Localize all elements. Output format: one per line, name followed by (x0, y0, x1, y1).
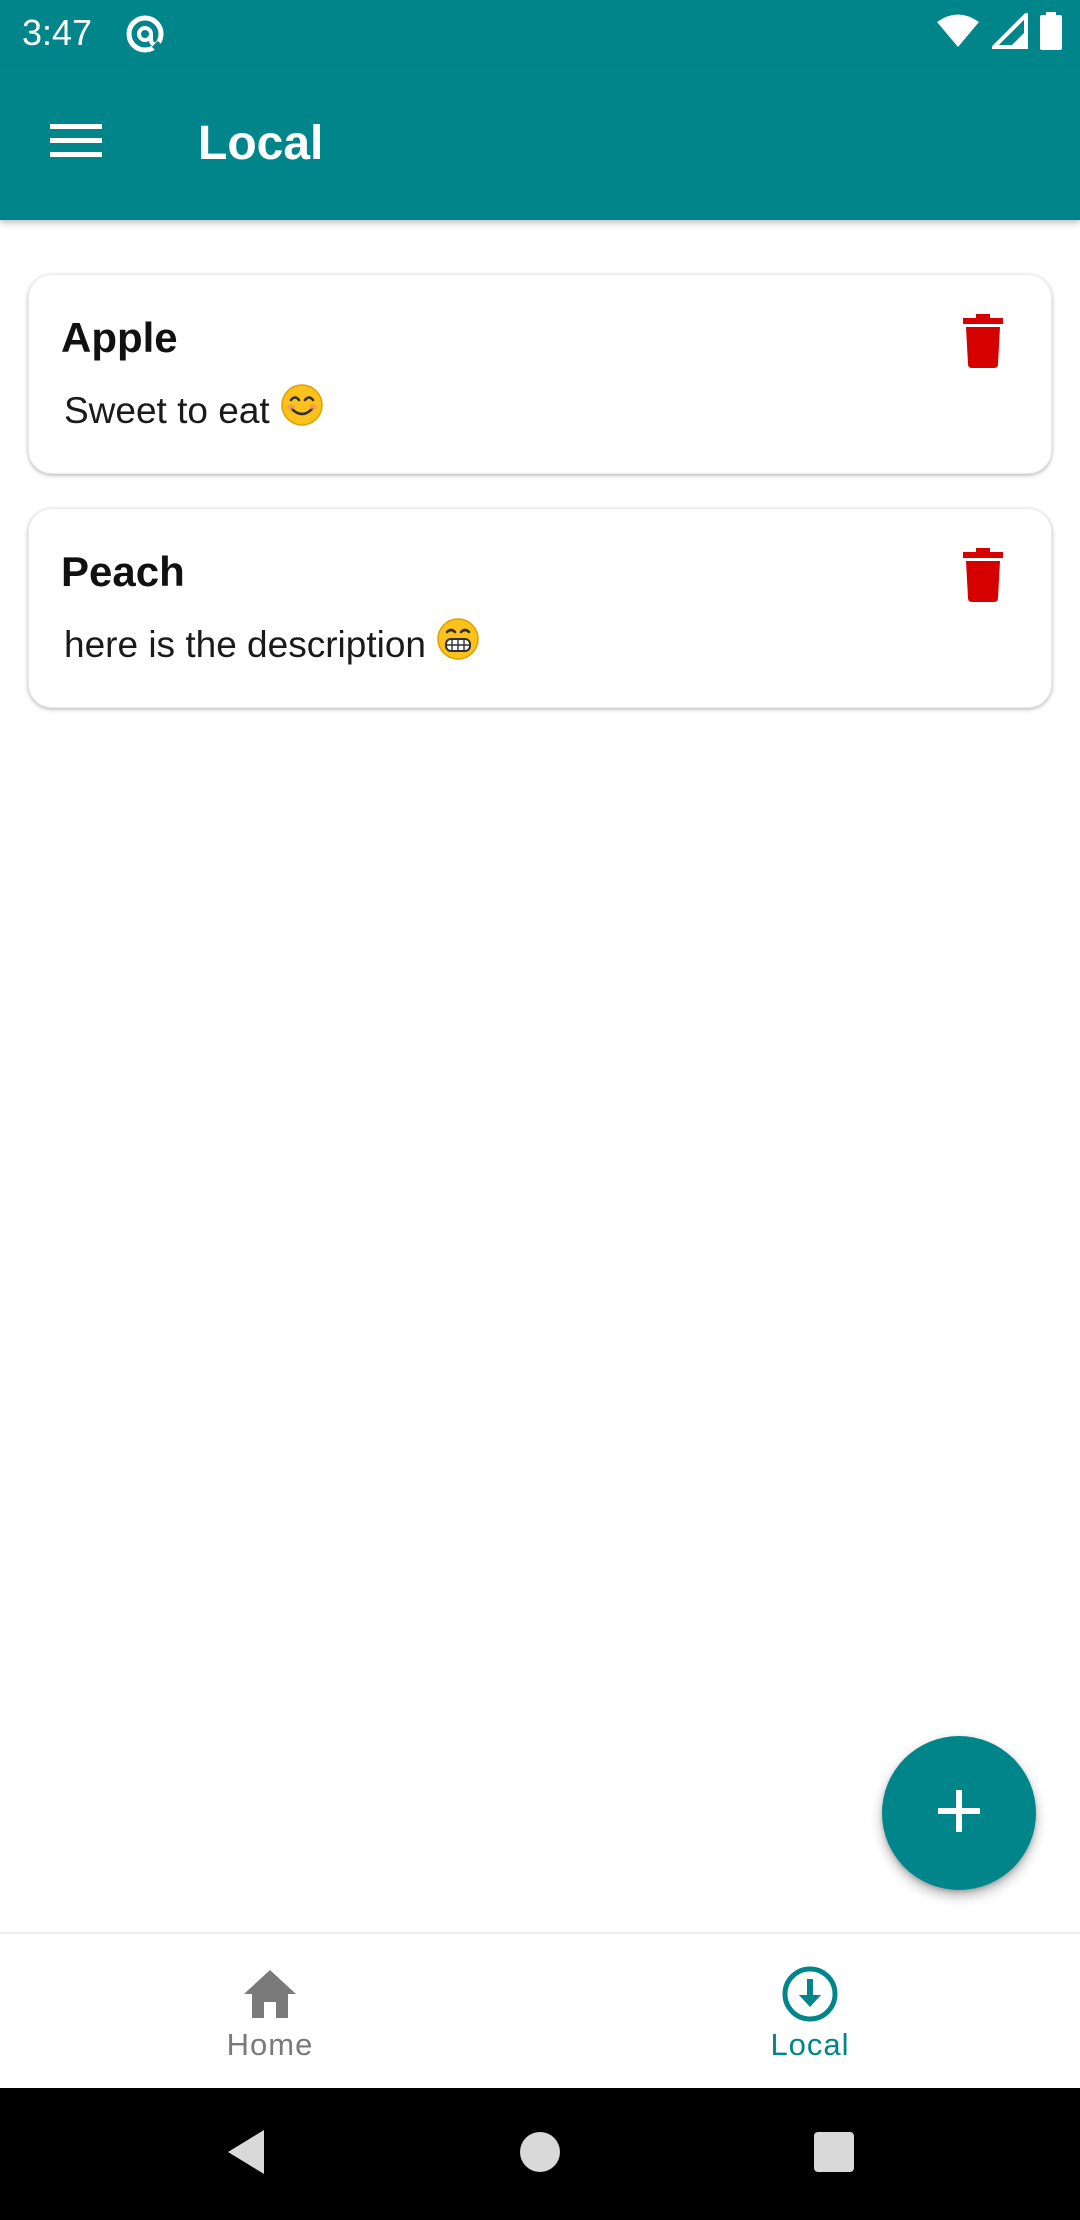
item-title: Peach (61, 548, 185, 595)
plus-icon (936, 1788, 982, 1839)
status-time: 3:47 (22, 12, 93, 53)
download-circle-icon (780, 1964, 840, 2024)
hamburger-menu-icon (50, 122, 104, 165)
nav-item-home[interactable]: Home (0, 1934, 540, 2088)
smiling-face-icon (280, 383, 324, 438)
add-item-button[interactable] (882, 1736, 1036, 1890)
page-title: Local (198, 117, 324, 170)
back-button[interactable] (216, 2124, 276, 2184)
battery-icon (1040, 11, 1062, 55)
home-icon (240, 1964, 300, 2024)
item-description-text: Sweet to eat (64, 390, 270, 431)
delete-button[interactable] (951, 545, 1015, 609)
home-nav-button[interactable] (510, 2124, 570, 2184)
nav-label-home: Home (226, 2027, 314, 2062)
delete-button[interactable] (951, 311, 1015, 375)
nav-item-local[interactable]: Local (540, 1934, 1080, 2088)
bottom-navigation: Home Local (0, 1932, 1080, 2088)
item-description: here is the description (64, 617, 480, 672)
item-description: Sweet to eat (64, 383, 324, 438)
cell-signal-icon (989, 9, 1028, 54)
status-bar: 3:47 (0, 0, 1080, 66)
grinning-face-icon (436, 617, 480, 672)
app-bar: Local (0, 66, 1080, 220)
back-icon (224, 2128, 268, 2181)
trash-icon (963, 547, 1003, 607)
home-circle-icon (518, 2130, 562, 2179)
system-navigation-bar (0, 2088, 1080, 2220)
recents-icon (813, 2131, 855, 2178)
item-description-text: here is the description (64, 624, 426, 665)
item-title: Apple (61, 314, 178, 361)
list-item-card[interactable]: Peach here is the description (28, 508, 1052, 708)
wifi-icon (936, 13, 980, 54)
status-icons (936, 9, 1062, 55)
list-item-card[interactable]: Apple Sweet to eat (28, 274, 1052, 474)
trash-icon (963, 313, 1003, 373)
sync-icon (124, 13, 166, 55)
nav-label-local: Local (770, 2027, 850, 2062)
recents-button[interactable] (804, 2124, 864, 2184)
menu-button[interactable] (36, 112, 118, 174)
